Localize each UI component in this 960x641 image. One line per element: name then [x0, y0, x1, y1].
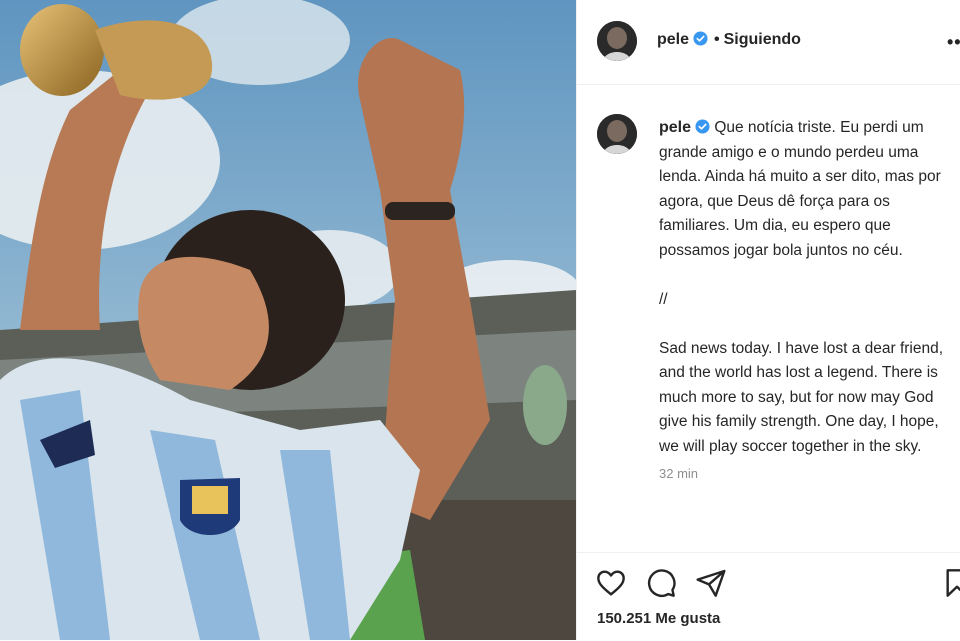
following-button[interactable]: Siguiendo [724, 31, 801, 48]
post-timestamp[interactable]: 32 min [659, 466, 698, 481]
separator-dot: • [714, 31, 720, 48]
post-image[interactable] [0, 0, 576, 640]
verified-badge-icon [693, 31, 708, 46]
avatar[interactable] [597, 21, 637, 61]
paper-plane-icon[interactable] [695, 567, 727, 599]
more-options-icon[interactable]: ••• [947, 32, 960, 53]
action-bar: 150.251 Me gusta [577, 552, 960, 641]
comment-bubble-icon[interactable] [645, 567, 677, 599]
caption-body: Que notícia triste. Eu perdi um grande a… [659, 119, 944, 455]
like-count[interactable]: 150.251 Me gusta [597, 610, 720, 627]
post-photo-illustration [0, 0, 576, 640]
header-user-line: pele • Siguiendo [657, 31, 801, 49]
caption-avatar[interactable] [597, 114, 637, 154]
avatar-image [597, 114, 637, 154]
post-side-panel: pele •Siguiendo ••• pele Que notícia tris… [576, 0, 960, 640]
caption-text: pele Que notícia triste. Eu perdi um gra… [659, 116, 959, 459]
verified-badge-icon [695, 119, 710, 134]
post-header: pele •Siguiendo ••• [577, 0, 960, 85]
username-link[interactable]: pele [657, 31, 689, 48]
avatar-image [597, 21, 637, 61]
bookmark-icon[interactable] [941, 567, 960, 599]
heart-icon[interactable] [595, 567, 627, 599]
caption-username-link[interactable]: pele [659, 119, 691, 136]
